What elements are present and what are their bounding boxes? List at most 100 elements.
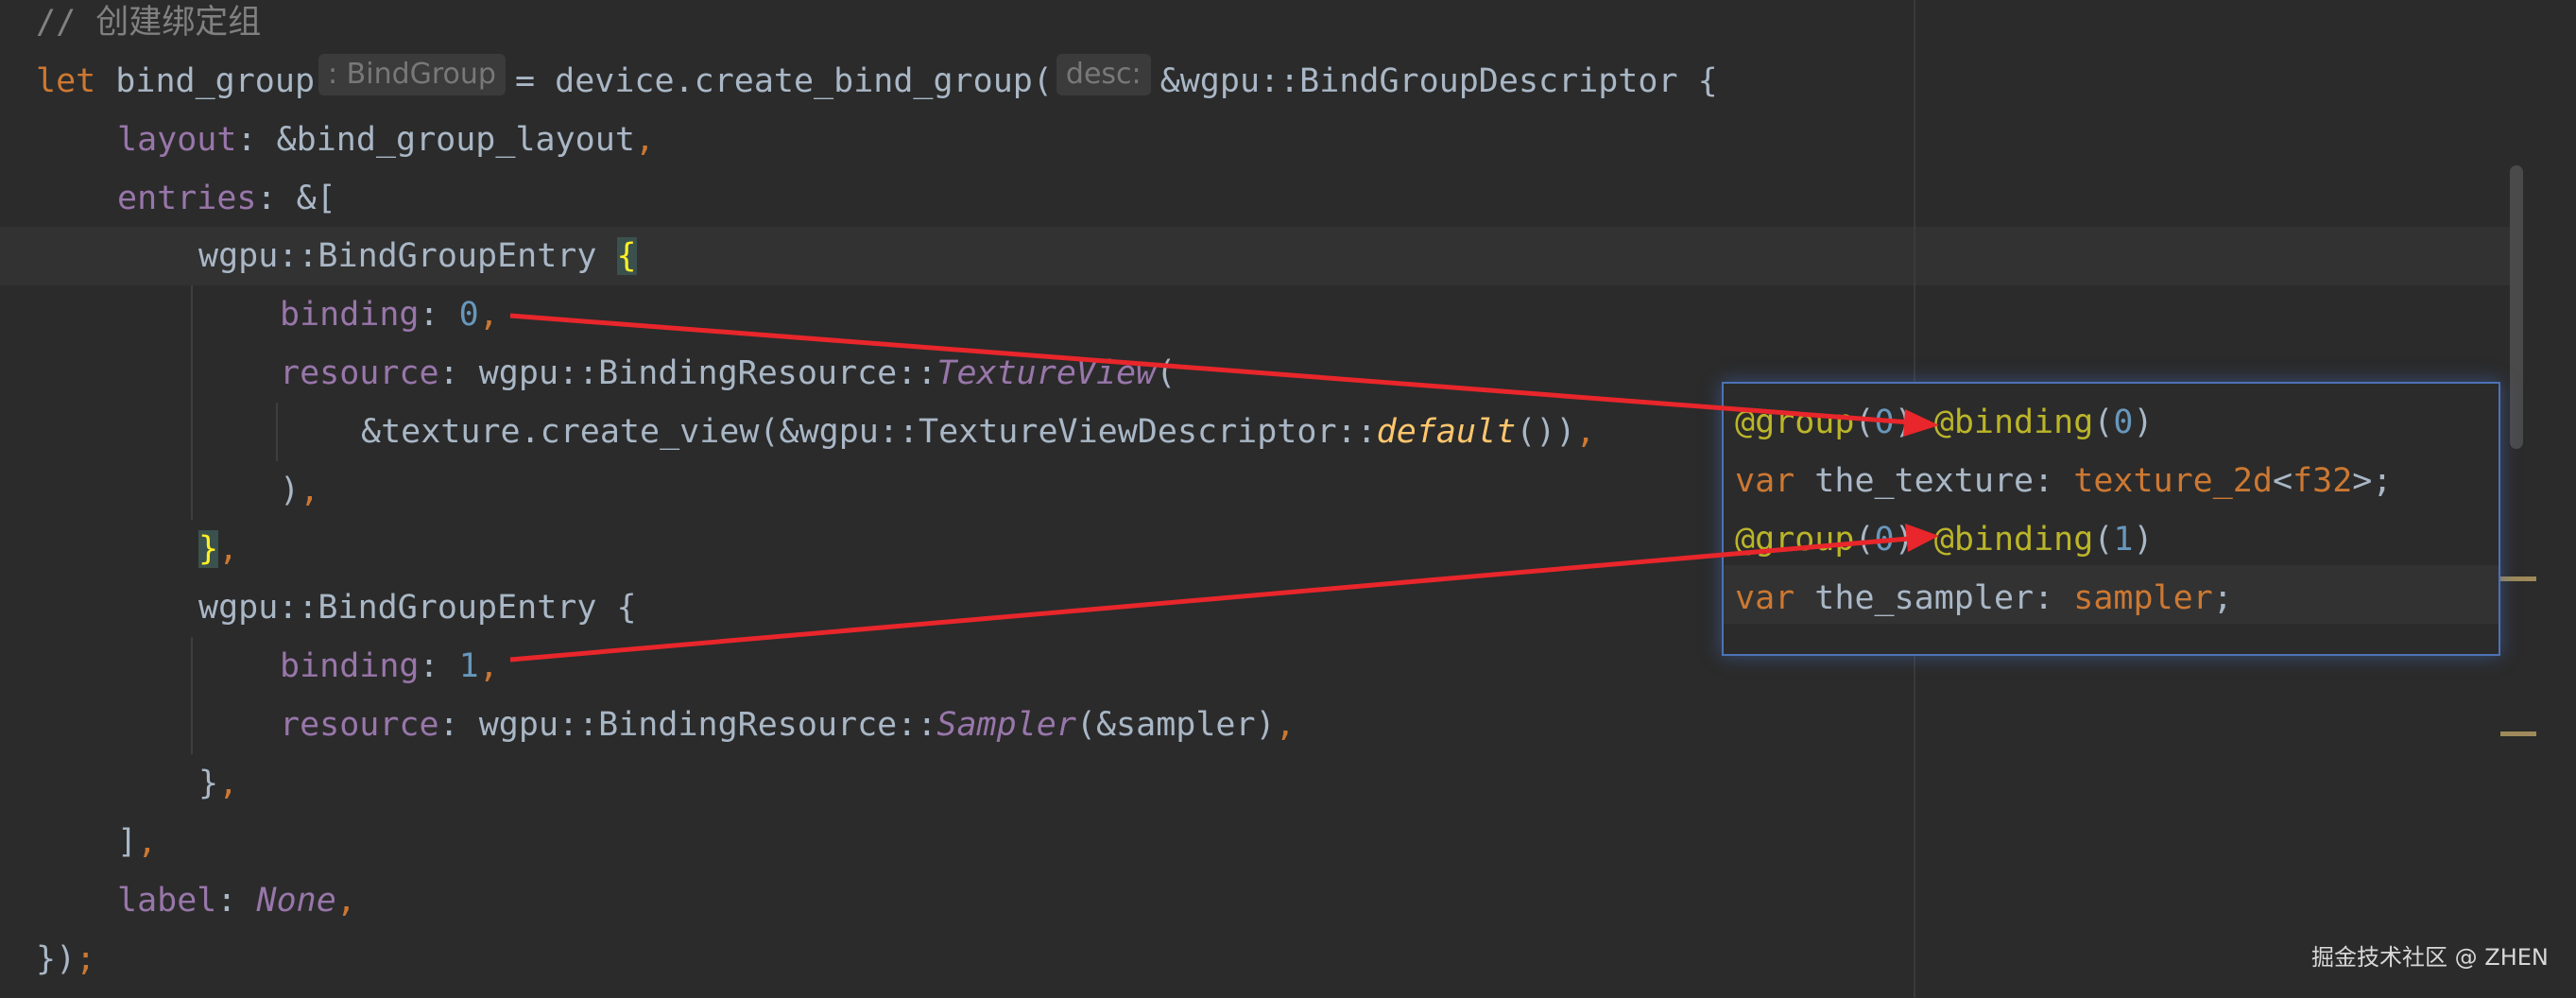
keyword-var: var — [1735, 462, 1795, 500]
code-line: }); — [36, 930, 95, 989]
field-entries: entries — [117, 180, 257, 217]
watermark: 掘金技术社区 @ ZHEN — [2311, 944, 2549, 971]
indent-guide — [276, 403, 278, 461]
code-line: binding: 1, — [280, 637, 499, 696]
keyword-let: let — [36, 62, 96, 100]
paren-close: ) — [1894, 521, 1915, 559]
group-attribute: @group — [1735, 404, 1855, 441]
warning-stripe-marker[interactable] — [2500, 576, 2536, 581]
colon: : — [2034, 579, 2054, 617]
colon: : — [256, 180, 277, 217]
paren-close: ) — [1894, 404, 1915, 441]
code-line: ), — [280, 461, 319, 520]
bind-group-entry-type: wgpu::BindGroupEntry — [198, 589, 597, 627]
binding-index: 0 — [2113, 404, 2134, 441]
paren-close: ) — [2133, 404, 2154, 441]
assign-operator: = — [514, 62, 536, 100]
resource-path: wgpu::BindingResource:: — [478, 354, 937, 392]
code-line: }, — [198, 754, 238, 813]
colon: : — [236, 121, 257, 159]
code-line: }, — [198, 520, 238, 578]
field-binding: binding — [280, 296, 420, 334]
resource-path: wgpu::BindingResource:: — [478, 706, 937, 744]
comma: , — [137, 823, 158, 861]
parameter-inlay-hint: desc: — [1056, 54, 1151, 95]
resource-args: (&sampler) — [1075, 706, 1276, 744]
variable-name: bind_group — [115, 62, 316, 100]
field-resource: resource — [280, 706, 439, 744]
comma: , — [1575, 413, 1596, 451]
code-line: binding: 0, — [280, 285, 499, 344]
code-line: &texture.create_view(&wgpu::TextureViewD… — [361, 403, 1595, 461]
colon: : — [438, 354, 459, 392]
brace-open: { — [616, 589, 637, 627]
code-line: wgpu::BindGroupEntry { — [198, 227, 637, 285]
binding-value: 1 — [458, 647, 479, 685]
code-line: label: None, — [117, 871, 356, 930]
comma: , — [218, 765, 239, 802]
indent-guide — [191, 285, 193, 520]
code-line: wgpu::BindGroupEntry { — [198, 578, 637, 637]
code-line: entries: &[ — [117, 169, 336, 228]
binding-index: 1 — [2113, 521, 2134, 559]
closing-brace-paren: }) — [36, 940, 77, 978]
wgsl-code-popup: @group(0) @binding(0) var the_texture: t… — [1722, 382, 2500, 656]
keyword-var: var — [1735, 579, 1795, 617]
create-view-call: &texture.create_view(&wgpu::TextureViewD… — [361, 413, 1377, 451]
comma: , — [1275, 706, 1296, 744]
field-label: label — [117, 882, 217, 920]
entries-value: &[ — [296, 180, 336, 217]
field-resource: resource — [280, 354, 439, 392]
resource-variant: TextureView — [936, 354, 1157, 392]
code-line: ], — [117, 813, 157, 871]
paren-close: ) — [2133, 521, 2154, 559]
bind-group-entry-type: wgpu::BindGroupEntry — [198, 237, 597, 275]
label-value: None — [256, 882, 336, 920]
comma: , — [300, 472, 320, 509]
field-binding: binding — [280, 647, 420, 685]
matched-brace-close: } — [198, 530, 219, 568]
comma: , — [634, 121, 655, 159]
binding-attribute: @binding — [1933, 404, 2094, 441]
binding-value: 0 — [458, 296, 479, 334]
paren-open: ( — [2093, 404, 2114, 441]
paren-open: ( — [1854, 404, 1875, 441]
vertical-scrollbar-thumb[interactable] — [2510, 165, 2523, 449]
colon: : — [419, 296, 439, 334]
bracket-close: ] — [117, 823, 138, 861]
popup-code-line: @group(0) @binding(0) — [1735, 393, 2154, 452]
matched-brace-open: { — [616, 237, 637, 275]
comma: , — [478, 296, 499, 334]
group-index: 0 — [1874, 404, 1895, 441]
colon: : — [438, 706, 459, 744]
paren-close: ) — [280, 472, 301, 509]
generic-type: f32 — [2293, 462, 2353, 500]
paren-open: ( — [1854, 521, 1875, 559]
code-line: layout: &bind_group_layout, — [117, 111, 655, 169]
warning-stripe-marker[interactable] — [2500, 731, 2536, 736]
group-attribute: @group — [1735, 521, 1855, 559]
field-layout: layout — [117, 121, 237, 159]
brace-close: } — [198, 765, 219, 802]
generic-close: > — [2352, 462, 2373, 500]
popup-code-line: @group(0) @binding(1) — [1735, 510, 2154, 569]
comma: , — [335, 882, 356, 920]
popup-code-line: var the_sampler: sampler; — [1735, 569, 2233, 628]
indent-guide — [191, 637, 193, 754]
type-inlay-hint: : BindGroup — [318, 54, 506, 95]
var-name: the_texture — [1814, 462, 2035, 500]
paren-open: ( — [2093, 521, 2114, 559]
colon: : — [2034, 462, 2054, 500]
code-line: resource: wgpu::BindingResource::Sampler… — [280, 696, 1296, 754]
binding-attribute: @binding — [1933, 521, 2094, 559]
var-type: texture_2d — [2073, 462, 2273, 500]
resource-variant: Sampler — [936, 706, 1076, 744]
code-line: let bind_group: BindGroup = device.create… — [36, 52, 1718, 111]
layout-value: &bind_group_layout — [276, 121, 635, 159]
var-type: sampler — [2073, 579, 2213, 617]
code-line: resource: wgpu::BindingResource::Texture… — [280, 344, 1176, 403]
colon: : — [419, 647, 439, 685]
comma: , — [218, 530, 239, 568]
group-index: 0 — [1874, 521, 1895, 559]
paren-open: ( — [1156, 354, 1176, 392]
